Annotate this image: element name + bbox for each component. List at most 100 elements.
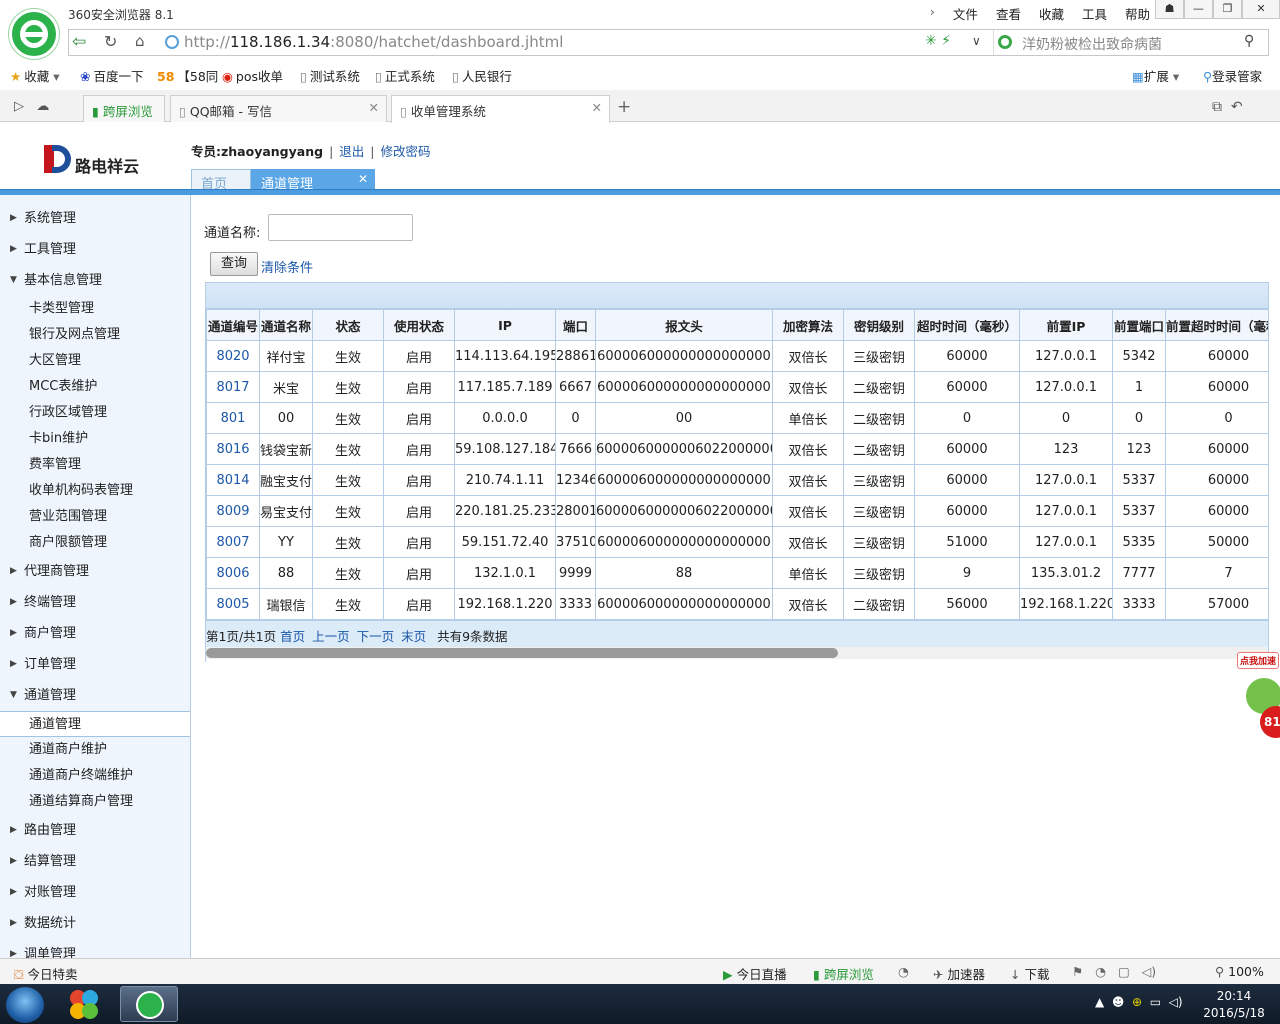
skin-button[interactable]: ☗ [1155,0,1184,19]
table-row[interactable]: 8016 钱袋宝新 生效 启用 59.108.127.184 7666 6000060000… [206,433,1268,465]
tab-cross-screen[interactable]: ▮ 跨屏浏览 [83,95,165,122]
column-header[interactable]: 状态 [312,309,384,341]
bookmark-baidu[interactable]: ❀ 百度一下 [80,66,144,85]
start-button[interactable] [6,987,44,1023]
channel-id-link[interactable]: 8007 [206,526,260,558]
sidebar-item-4[interactable]: 银行及网点管理 [0,322,190,348]
today-sale-link[interactable]: ⛋ 今日特卖 [14,964,78,983]
menu-chevron-icon[interactable]: › [930,4,935,23]
sidebar-item-19[interactable]: 通道商户维护 [0,737,190,763]
sidebar-item-20[interactable]: 通道商户终端维护 [0,763,190,789]
table-row[interactable]: 8006 88 生效 启用 132.1.0.1 9999 88 单倍长 三级密钥 9 135.3.0… [206,557,1268,589]
column-header[interactable]: 前置IP [1019,309,1113,341]
search-engine-icon[interactable] [998,35,1012,49]
clear-conditions-link[interactable]: 清除条件 [261,257,313,276]
menu-tools[interactable]: 工具 [1082,4,1107,23]
url-text[interactable]: http://118.186.1.34:8080/hatchet/dashboa… [184,33,563,51]
bookmark-test[interactable]: ▯ 测试系统 [300,66,360,85]
column-header[interactable]: 通道编号 [206,309,260,341]
close-tab-icon[interactable]: ✕ [592,100,602,115]
speedup-widget[interactable]: 点我加速 81 [1234,650,1280,745]
channel-id-link[interactable]: 8017 [206,371,260,403]
close-tab-icon[interactable]: ✕ [369,100,379,115]
sidebar-item-21[interactable]: 通道结算商户管理 [0,789,190,815]
next-page-link[interactable]: 下一页 [357,629,395,644]
minimize-button[interactable]: — [1184,0,1213,19]
channel-id-link[interactable]: 8009 [206,495,260,527]
column-header[interactable]: 加密算法 [772,309,844,341]
sidebar-group-16[interactable]: ▶ 订单管理 [0,649,190,680]
today-live-link[interactable]: ▶ 今日直播 [723,964,787,983]
url-dropdown-icon[interactable]: ∨ [972,34,981,48]
sidebar-group-22[interactable]: ▶ 路由管理 [0,815,190,846]
query-button[interactable]: 查询 [210,252,258,276]
sidebar-group-14[interactable]: ▶ 终端管理 [0,587,190,618]
last-page-link[interactable]: 末页 [401,629,426,644]
sidebar-item-9[interactable]: 费率管理 [0,452,190,478]
accelerator-button[interactable]: ✈ 加速器 [933,964,985,983]
zoom-level[interactable]: ⚲ 100% [1215,964,1264,979]
sidebar-item-10[interactable]: 收单机构码表管理 [0,478,190,504]
column-header[interactable]: 通道名称 [259,309,313,341]
menu-favorites[interactable]: 收藏 [1039,4,1064,23]
sidebar-group-15[interactable]: ▶ 商户管理 [0,618,190,649]
table-row[interactable]: 8017 米宝 生效 启用 117.185.7.189 6667 6000060000000… [206,371,1268,403]
column-header[interactable]: 端口 [555,309,596,341]
channel-id-link[interactable]: 8020 [206,340,260,372]
tab-acquiring[interactable]: ▯ 收单管理系统 ✕ [391,95,610,123]
menu-help[interactable]: 帮助 [1125,4,1150,23]
sidebar-item-7[interactable]: 行政区域管理 [0,400,190,426]
sidebar-group-1[interactable]: ▶ 工具管理 [0,234,190,265]
download-button[interactable]: ↓ 下载 [1010,964,1049,983]
change-password-link[interactable]: 修改密码 [381,144,431,159]
taskbar-app-icon[interactable] [64,987,104,1023]
sidebar-item-6[interactable]: MCC表维护 [0,374,190,400]
new-tab-button[interactable]: + [617,97,631,117]
column-header[interactable]: IP [454,309,556,341]
bookmark-prod[interactable]: ▯ 正式系统 [375,66,435,85]
sidebar-group-13[interactable]: ▶ 代理商管理 [0,556,190,587]
tab-strip-right-icons[interactable]: ⧉ ↶ [1212,99,1243,115]
back-arrow-icon[interactable]: ⇦ [72,32,86,52]
search-icon[interactable]: ⚲ [1244,33,1254,49]
sidebar-item-12[interactable]: 商户限额管理 [0,530,190,556]
sidebar-item-11[interactable]: 营业范围管理 [0,504,190,530]
column-header[interactable]: 前置超时时间（毫秒） [1165,309,1268,341]
sidebar-group-0[interactable]: ▶ 系统管理 [0,203,190,234]
channel-id-link[interactable]: 8016 [206,433,260,465]
status-tool-icons[interactable]: ⚑ ◔ ▢ ◁) [1072,964,1156,979]
lightning-icon[interactable]: ✳ ⚡ [925,33,951,49]
page-tab-channel[interactable]: 通道管理 ✕ [251,169,375,192]
sidebar-group-17[interactable]: ▼ 通道管理 [0,680,190,711]
extensions-button[interactable]: ▦扩展 ▾ [1132,66,1179,85]
close-window-button[interactable]: ✕ [1242,0,1280,19]
table-row[interactable]: 8009 易宝支付 生效 启用 220.181.25.233 28001 600006000… [206,495,1268,527]
clock[interactable]: 20:14 2016/5/18 [1199,988,1269,1022]
table-row[interactable]: 8020 祥付宝 生效 启用 114.113.64.195 28861 6000060000… [206,340,1268,372]
browser-status-icon[interactable]: ◔ [898,964,909,979]
sidebar-item-3[interactable]: 卡类型管理 [0,296,190,322]
channel-id-link[interactable]: 8014 [206,464,260,496]
sidebar-group-2[interactable]: ▼ 基本信息管理 [0,265,190,296]
sidebar-group-24[interactable]: ▶ 对账管理 [0,877,190,908]
menu-view[interactable]: 查看 [996,4,1021,23]
channel-id-link[interactable]: 801 [206,402,260,434]
first-page-link[interactable]: 首页 [280,629,305,644]
maximize-button[interactable]: ❐ [1213,0,1242,19]
table-row[interactable]: 8007 YY 生效 启用 59.151.72.40 37510 6000060000000… [206,526,1268,558]
taskbar-browser-button[interactable] [120,986,178,1022]
logout-link[interactable]: 退出 [339,144,364,159]
table-row[interactable]: 8014 融宝支付 生效 启用 210.74.1.11 12346 600006000000… [206,464,1268,496]
table-row[interactable]: 8005 瑞银信 生效 启用 192.168.1.220 3333 600006000000… [206,588,1268,620]
page-tab-home[interactable]: 首页 [191,169,251,192]
sidebar-group-23[interactable]: ▶ 结算管理 [0,846,190,877]
tab-qq-mail[interactable]: ▯ QQ邮箱 - 写信 ✕ [170,95,387,122]
channel-name-input[interactable] [268,214,413,241]
system-tray-icons[interactable]: ▲ ☻ ⊕ ▭ ◁) [1095,995,1183,1009]
sidebar-group-26[interactable]: ▶ 调单管理 [0,939,190,958]
column-header[interactable]: 密钥级别 [843,309,915,341]
bookmark-58[interactable]: 58 【58同 [157,66,218,85]
tab-strip-left-icons[interactable]: ▷ ☁ [14,99,49,114]
horizontal-scrollbar[interactable] [206,647,1268,659]
column-header[interactable]: 前置端口 [1112,309,1166,341]
